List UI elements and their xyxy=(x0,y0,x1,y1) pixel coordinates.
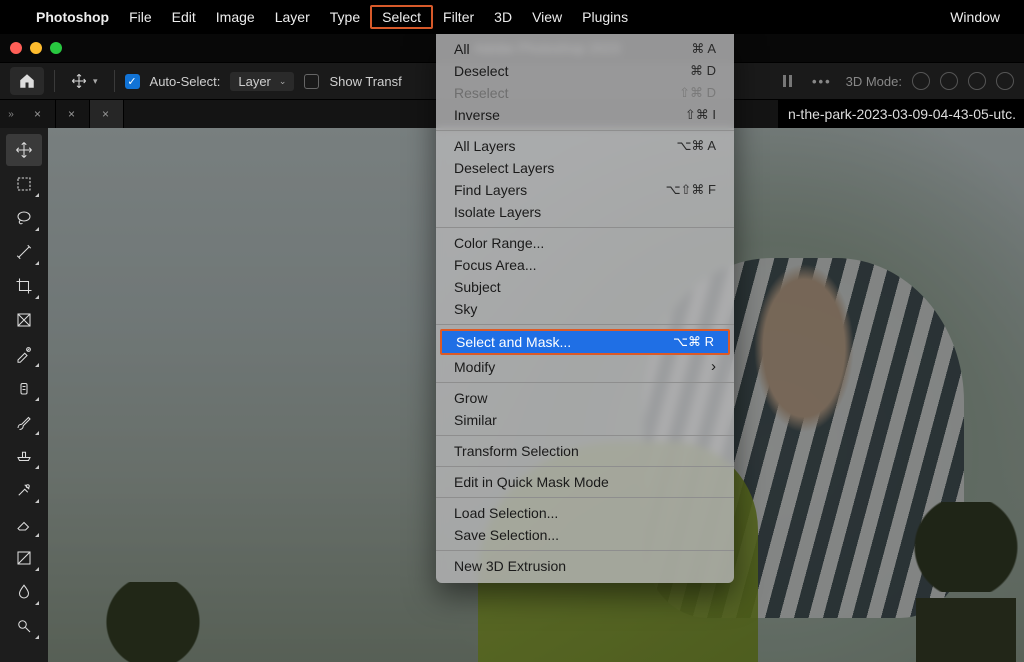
3d-pan-icon[interactable] xyxy=(968,72,986,90)
menu-item-grow[interactable]: Grow xyxy=(436,387,734,409)
chevron-down-icon: ▾ xyxy=(93,76,98,87)
eraser-tool[interactable] xyxy=(6,508,42,540)
history-brush-tool[interactable] xyxy=(6,474,42,506)
menu-type[interactable]: Type xyxy=(320,5,370,29)
menu-3d[interactable]: 3D xyxy=(484,5,522,29)
menu-item-color-range[interactable]: Color Range... xyxy=(436,232,734,254)
close-window-button[interactable] xyxy=(10,42,22,54)
menu-item-isolate-layers[interactable]: Isolate Layers xyxy=(436,201,734,223)
menu-item-reselect: Reselect⇧⌘ D xyxy=(436,82,734,104)
more-options-button[interactable]: ••• xyxy=(812,74,832,89)
menu-file[interactable]: File xyxy=(119,5,162,29)
menu-plugins[interactable]: Plugins xyxy=(572,5,638,29)
menu-item-subject[interactable]: Subject xyxy=(436,276,734,298)
blur-tool[interactable] xyxy=(6,576,42,608)
auto-select-label: Auto-Select: xyxy=(150,74,221,89)
show-transform-label: Show Transf xyxy=(329,74,401,89)
3d-mode-group: 3D Mode: xyxy=(846,72,1014,90)
3d-slide-icon[interactable] xyxy=(996,72,1014,90)
menu-item-modify[interactable]: Modify xyxy=(436,355,734,378)
eyedropper-tool[interactable] xyxy=(6,338,42,370)
menu-item-sky[interactable]: Sky xyxy=(436,298,734,320)
menu-item-similar[interactable]: Similar xyxy=(436,409,734,431)
gradient-tool[interactable] xyxy=(6,542,42,574)
clone-stamp-tool[interactable] xyxy=(6,440,42,472)
menu-app[interactable]: Photoshop xyxy=(26,5,119,29)
close-tab-icon[interactable]: × xyxy=(68,107,75,121)
menu-edit[interactable]: Edit xyxy=(162,5,206,29)
traffic-lights xyxy=(10,42,62,54)
menu-layer[interactable]: Layer xyxy=(265,5,320,29)
show-transform-checkbox[interactable] xyxy=(304,74,319,89)
menu-window[interactable]: Window xyxy=(940,5,1010,29)
zoom-window-button[interactable] xyxy=(50,42,62,54)
document-tab[interactable]: × xyxy=(90,100,124,128)
minimize-window-button[interactable] xyxy=(30,42,42,54)
menu-item-save-selection[interactable]: Save Selection... xyxy=(436,524,734,546)
menu-item-deselect-layers[interactable]: Deselect Layers xyxy=(436,157,734,179)
close-tab-icon[interactable]: × xyxy=(102,107,109,121)
menu-item-select-and-mask[interactable]: Select and Mask...⌥⌘ R xyxy=(442,331,728,353)
image-background xyxy=(88,582,218,662)
dodge-tool[interactable] xyxy=(6,610,42,642)
document-filename: n-the-park-2023-03-09-04-43-05-utc. xyxy=(778,100,1024,128)
home-button[interactable] xyxy=(10,67,44,95)
3d-mode-label: 3D Mode: xyxy=(846,74,902,89)
marquee-tool[interactable] xyxy=(6,168,42,200)
lasso-tool[interactable] xyxy=(6,202,42,234)
brush-tool[interactable] xyxy=(6,406,42,438)
move-tool[interactable] xyxy=(6,134,42,166)
tool-indicator[interactable]: ▾ xyxy=(65,73,104,89)
menu-item-all[interactable]: All⌘ A xyxy=(436,38,734,60)
tools-panel xyxy=(0,128,48,662)
menu-image[interactable]: Image xyxy=(206,5,265,29)
menu-item-deselect[interactable]: Deselect⌘ D xyxy=(436,60,734,82)
menu-item-find-layers[interactable]: Find Layers⌥⇧⌘ F xyxy=(436,179,734,201)
image-background xyxy=(916,502,1016,662)
menu-filter[interactable]: Filter xyxy=(433,5,484,29)
align-icon[interactable] xyxy=(780,72,798,90)
crop-tool[interactable] xyxy=(6,270,42,302)
menu-item-all-layers[interactable]: All Layers⌥⌘ A xyxy=(436,135,734,157)
close-tab-icon[interactable]: × xyxy=(34,107,41,121)
document-tab[interactable]: × xyxy=(56,100,90,128)
menu-item-inverse[interactable]: Inverse⇧⌘ I xyxy=(436,104,734,126)
auto-select-checkbox[interactable]: ✓ xyxy=(125,74,140,89)
annotation-highlight: Select and Mask...⌥⌘ R xyxy=(440,329,730,355)
menu-item-quick-mask[interactable]: Edit in Quick Mask Mode xyxy=(436,471,734,493)
home-icon xyxy=(18,72,36,90)
3d-roll-icon[interactable] xyxy=(940,72,958,90)
mac-menubar: Photoshop File Edit Image Layer Type Sel… xyxy=(0,0,1024,34)
menu-item-transform-selection[interactable]: Transform Selection xyxy=(436,440,734,462)
document-tab[interactable]: × xyxy=(22,100,56,128)
menu-item-load-selection[interactable]: Load Selection... xyxy=(436,502,734,524)
expand-panels-icon[interactable]: » xyxy=(0,109,22,120)
menu-view[interactable]: View xyxy=(522,5,572,29)
3d-orbit-icon[interactable] xyxy=(912,72,930,90)
auto-select-value: Layer xyxy=(238,74,271,89)
auto-select-dropdown[interactable]: Layer ⌄ xyxy=(230,72,294,91)
menu-item-new-3d-extrusion[interactable]: New 3D Extrusion xyxy=(436,555,734,577)
chevron-down-icon: ⌄ xyxy=(279,76,287,87)
menu-item-focus-area[interactable]: Focus Area... xyxy=(436,254,734,276)
magic-wand-tool[interactable] xyxy=(6,236,42,268)
healing-brush-tool[interactable] xyxy=(6,372,42,404)
move-icon xyxy=(71,73,87,89)
select-menu-dropdown: All⌘ A Deselect⌘ D Reselect⇧⌘ D Inverse⇧… xyxy=(436,34,734,583)
menu-select[interactable]: Select xyxy=(370,5,433,29)
frame-tool[interactable] xyxy=(6,304,42,336)
